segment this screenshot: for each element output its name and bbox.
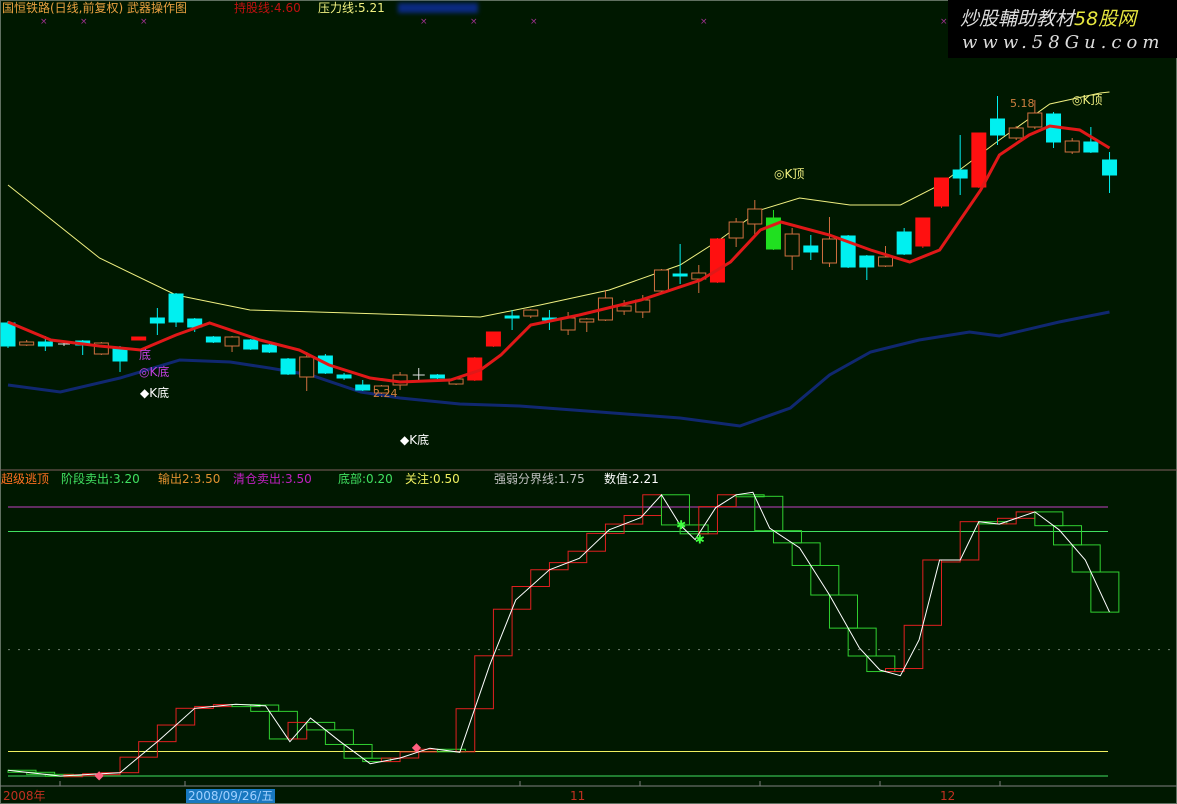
candle-body: [1064, 140, 1080, 153]
top-marker: ×: [420, 17, 428, 27]
step-box: [324, 729, 354, 745]
candle-body: [1008, 127, 1024, 139]
step-box: [847, 627, 877, 657]
candle-body: [485, 331, 501, 347]
top-marker: ×: [80, 17, 88, 27]
output2-label: 输出2:3.50: [158, 472, 221, 486]
candle-body: [336, 374, 352, 379]
candle-body: [579, 318, 595, 323]
bottom-label: 底部:0.20: [338, 472, 393, 486]
step-box: [1034, 511, 1064, 527]
month-12-label: 12: [940, 789, 956, 803]
candle-body: [915, 217, 931, 247]
candle-body: [224, 336, 240, 347]
candle-body: [523, 309, 539, 317]
step-box: [810, 564, 840, 596]
step-box: [511, 586, 532, 610]
attention-label: 关注:0.50: [405, 472, 460, 486]
candle-body: [1027, 112, 1043, 128]
step-box: [828, 594, 858, 629]
month-11-label: 11: [570, 789, 586, 803]
value-line: [7, 491, 1110, 777]
candle-body: [1083, 141, 1099, 153]
divider-label: 强弱分界线:1.75: [494, 472, 585, 486]
top-marker: ×: [940, 17, 948, 27]
top-marker: ×: [140, 17, 148, 27]
candle-body: [131, 336, 147, 341]
top-marker: ×: [470, 17, 478, 27]
step-box: [772, 530, 802, 544]
candle-body: [149, 317, 165, 324]
lower-band-line: [7, 310, 1110, 428]
step-box: [1090, 571, 1120, 613]
top-marker: ×: [40, 17, 48, 27]
moving-average-line: [7, 124, 1111, 384]
k-bottom-circle-label: ◎K底: [139, 365, 170, 379]
candle-body: [243, 339, 259, 350]
step-box: [866, 655, 896, 673]
candle-body: [728, 221, 744, 239]
step-box: [567, 550, 588, 564]
candle-body: [653, 269, 669, 292]
candle-body: [784, 233, 800, 257]
candle-body: [0, 322, 16, 347]
candle-body: [803, 245, 819, 253]
stage-sell-label: 阶段卖出:3.20: [61, 472, 140, 486]
k-bottom-label: ◆K底: [400, 433, 430, 447]
candle-body: [37, 341, 53, 347]
candle-body: [821, 238, 837, 264]
candle-body: [896, 231, 912, 255]
watermark-logo: 炒股輔助教材58股网 www.58Gu.com: [948, 0, 1177, 58]
k-top-label: ◎K顶: [774, 167, 805, 181]
candle-body: [168, 293, 184, 323]
candle-body: [504, 315, 520, 319]
candle-body: [859, 255, 875, 268]
value-label: 数值:2.21: [604, 472, 659, 486]
buy-signal-icon: ◆: [94, 768, 104, 782]
year-label: 2008年: [3, 789, 46, 803]
high-price-label: 5.18: [1010, 97, 1035, 110]
candle-body: [280, 358, 296, 375]
step-box: [1071, 544, 1101, 573]
candle-body: [747, 208, 763, 225]
candle-body: [205, 336, 221, 343]
hold-line-label: 持股线:4.60: [234, 1, 301, 15]
candle-body: [355, 384, 371, 391]
step-box: [455, 708, 476, 753]
cursor-date: 2008/09/26/五: [186, 789, 276, 803]
buy-signal-icon: ◆: [412, 740, 422, 754]
sell-signal-icon: ✱: [676, 518, 686, 532]
k-bottom-label: ◆K底: [140, 386, 170, 400]
candle-body: [672, 273, 688, 277]
indicator-name: 超级逃顶: [1, 472, 50, 486]
low-price-label: 2.24: [373, 387, 398, 400]
candle-body: [952, 169, 968, 179]
candle-body: [990, 118, 1006, 136]
pressure-line-label: 压力线:5.21: [318, 1, 385, 15]
candle-body: [429, 374, 445, 379]
candle-body: [709, 238, 725, 283]
candle-body: [1102, 159, 1118, 176]
di-label: 底: [139, 348, 152, 362]
sell-signal-icon: ✱: [695, 533, 705, 547]
top-marker: ×: [530, 17, 538, 27]
clear-sell-label: 清仓卖出:3.50: [233, 472, 312, 486]
candle-body: [971, 132, 987, 188]
candle-body: [877, 256, 893, 267]
top-marker: ×: [700, 17, 708, 27]
step-box: [268, 710, 298, 740]
candle-body: [261, 344, 277, 353]
support-line-label-blurred: [398, 3, 478, 13]
chart-title: 国恒铁路(日线,前复权) 武器操作图: [2, 1, 187, 15]
candle-body: [299, 356, 315, 378]
stock-chart[interactable]: ×××××××××◆◆✱✱: [0, 0, 1177, 804]
candle-body: [934, 177, 949, 207]
k-top-label: ◎K顶: [1072, 93, 1103, 107]
candle-body: [19, 341, 35, 346]
